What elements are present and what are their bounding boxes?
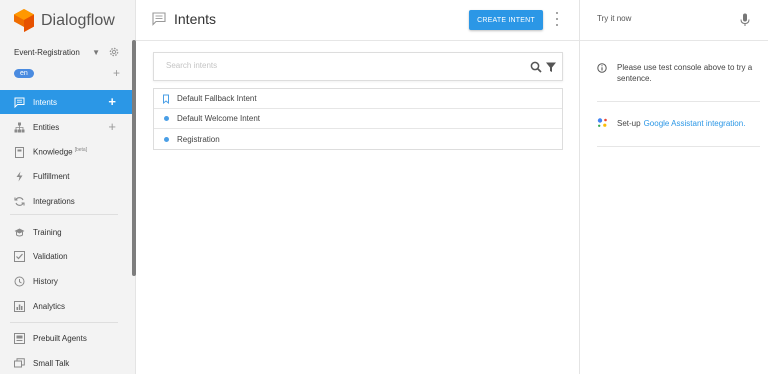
intent-name: Default Welcome Intent [177, 114, 261, 123]
try-it-now-input[interactable] [597, 14, 727, 23]
nav-item-prebuilt-agents[interactable]: Prebuilt Agents [0, 326, 132, 350]
checkbox-icon [14, 250, 25, 262]
book-icon [15, 146, 24, 158]
nav-label: Entities [33, 122, 60, 132]
nav-item-entities[interactable]: Entities + [0, 115, 132, 139]
dialogflow-logo-icon [14, 9, 34, 32]
gear-icon[interactable] [108, 46, 120, 58]
nav-item-integrations[interactable]: Integrations [0, 189, 132, 213]
console-info-text: Please use test console above to try a s… [617, 63, 753, 83]
more-options-icon[interactable] [553, 12, 561, 26]
nav-item-intents[interactable]: Intents + [0, 90, 132, 114]
agent-icon [14, 332, 25, 344]
nav-label: Training [33, 227, 62, 237]
ga-prefix: Set-up [617, 118, 641, 128]
google-assistant-integration-link[interactable]: Google Assistant integration. [644, 119, 746, 128]
intent-dot [161, 134, 171, 144]
nav-item-fulfillment[interactable]: Fulfillment [0, 164, 132, 188]
page-title: Intents [174, 11, 217, 27]
sidebar: Dialogflow Event-Registration ▼ en + Int… [0, 0, 136, 374]
nav-label: History [33, 276, 58, 286]
main-header: Intents CREATE INTENT [136, 0, 579, 41]
chat-bubble-icon [14, 97, 25, 108]
nav-label: Integrations [33, 196, 75, 206]
hierarchy-icon [14, 122, 25, 132]
language-chip[interactable]: en [14, 68, 34, 78]
google-assistant-setup: Set-up Google Assistant integration. [597, 117, 760, 129]
kebab-dot [556, 12, 558, 14]
nav-label-text: Knowledge [33, 147, 73, 157]
lightning-icon [16, 171, 23, 181]
intent-name: Registration [177, 134, 220, 144]
nav-label: Intents [33, 97, 58, 107]
add-entity-icon[interactable]: + [108, 120, 116, 133]
create-intent-button[interactable]: CREATE INTENT [469, 10, 543, 30]
search-input[interactable] [166, 61, 506, 70]
refresh-icon [14, 196, 25, 206]
nav-label: Validation [33, 251, 68, 261]
kebab-dot [556, 24, 558, 26]
nav-label: Knowledge [beta] [33, 147, 87, 157]
search-box [153, 52, 563, 81]
intent-row[interactable]: Registration [154, 129, 562, 149]
dot [163, 136, 169, 142]
brand-name: Dialogflow [41, 12, 115, 29]
nav-item-training[interactable]: Training [0, 220, 132, 244]
search-icon[interactable] [530, 61, 542, 73]
nav-label: Small Talk [33, 358, 70, 368]
page-title-wrap: Intents [152, 11, 216, 27]
nav-divider [10, 322, 118, 323]
beta-badge: [beta] [74, 147, 88, 154]
chat-bubble-icon [152, 12, 166, 26]
language-row: en + [14, 67, 120, 79]
chat-stack-icon [14, 357, 25, 367]
nav-item-analytics[interactable]: Analytics [0, 294, 132, 318]
test-console: Please use test console above to try a s… [579, 0, 768, 374]
console-divider [597, 101, 760, 102]
google-assistant-icon [597, 118, 607, 127]
add-intent-icon[interactable]: + [108, 95, 116, 108]
dot [163, 116, 169, 121]
info-icon [597, 63, 607, 73]
agent-name: Event-Registration [14, 47, 80, 57]
intent-row[interactable]: Default Fallback Intent [154, 89, 562, 109]
main-panel: Intents CREATE INTENT Default Fallback I… [136, 0, 579, 374]
caret-down-icon: ▼ [92, 47, 100, 57]
console-divider [597, 146, 760, 147]
bar-chart-icon [14, 300, 25, 312]
filter-icon[interactable] [545, 61, 557, 73]
intent-dot [161, 114, 171, 124]
nav-label: Analytics [33, 301, 66, 311]
graduation-cap-icon [14, 228, 25, 236]
add-language-icon[interactable]: + [113, 67, 120, 79]
nav-divider [10, 214, 118, 215]
logo[interactable]: Dialogflow [13, 8, 115, 34]
agent-selector[interactable]: Event-Registration ▼ [14, 46, 120, 58]
nav-label: Fulfillment [33, 171, 70, 181]
bookmark-icon [163, 94, 169, 104]
nav-item-validation[interactable]: Validation [0, 244, 132, 268]
console-info: Please use test console above to try a s… [597, 62, 760, 84]
nav-item-history[interactable]: History [0, 269, 132, 293]
nav-item-knowledge[interactable]: Knowledge [beta] [0, 140, 132, 164]
clock-icon [14, 276, 25, 286]
nav-label: Prebuilt Agents [33, 333, 87, 343]
microphone-icon[interactable] [740, 13, 750, 27]
intent-row[interactable]: Default Welcome Intent [154, 109, 562, 129]
intent-list: Default Fallback Intent Default Welcome … [153, 88, 563, 150]
kebab-dot [556, 18, 558, 20]
console-header [580, 0, 768, 41]
nav-item-small-talk[interactable]: Small Talk [0, 351, 132, 374]
intent-name: Default Fallback Intent [177, 94, 257, 103]
